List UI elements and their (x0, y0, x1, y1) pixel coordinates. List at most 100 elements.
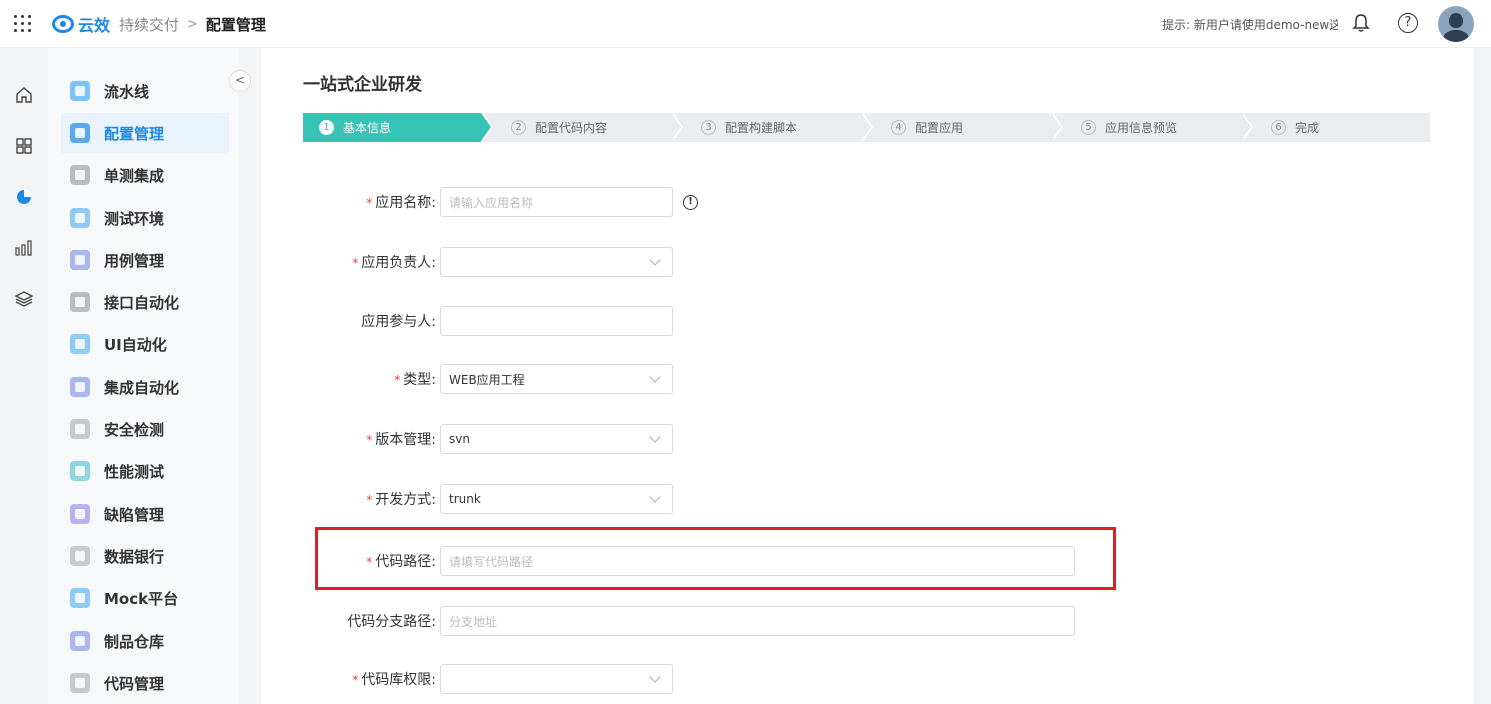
mock-icon (70, 588, 90, 608)
brand-logo[interactable]: 云效 (52, 12, 110, 36)
page-title: 一站式企业研发 (303, 75, 422, 95)
step-label: 应用信息预览 (1105, 121, 1178, 135)
bell-icon[interactable] (1352, 13, 1370, 33)
pie-chart-icon[interactable] (14, 187, 34, 207)
breadcrumb-current: 配置管理 (205, 16, 266, 34)
sidebar-item-label: UI自动化 (104, 335, 167, 354)
bug-icon (70, 504, 90, 524)
step-label: 完成 (1295, 121, 1320, 135)
breadcrumb: 持续交付 > 配置管理 (119, 14, 266, 35)
sidebar-item-label: 安全检测 (104, 420, 165, 439)
cloud-icon (70, 208, 90, 228)
vcs-label: * 版本管理: (366, 432, 436, 448)
sidebar-item-data-bank[interactable]: 数据银行 (61, 536, 229, 576)
sidebar-item-label: 配置管理 (104, 124, 165, 143)
sidebar-item-config[interactable]: 配置管理 (61, 113, 229, 153)
info-icon[interactable]: ! (683, 194, 698, 210)
ui-icon (70, 334, 90, 354)
step-number: 6 (1271, 120, 1286, 135)
sidebar-item-label: 流水线 (104, 82, 150, 101)
step-number: 1 (319, 120, 334, 135)
vcs-select[interactable]: svn (440, 424, 673, 454)
step-label: 配置构建脚本 (725, 121, 798, 135)
logo-icon (52, 15, 74, 33)
form-row-owner: * 应用负责人: (303, 247, 1403, 277)
app-name-input[interactable]: 请输入应用名称 (440, 187, 673, 217)
form-row-dev-mode: * 开发方式: trunk (303, 484, 1403, 514)
performance-icon (70, 461, 90, 481)
participants-label: 应用参与人: (361, 314, 436, 330)
sidebar-item-mock[interactable]: Mock平台 (61, 578, 229, 618)
sidebar-item-defects[interactable]: 缺陷管理 (61, 494, 229, 534)
step-number: 3 (701, 120, 716, 135)
sidebar-item-label: 集成自动化 (104, 378, 180, 397)
dashboard-icon[interactable] (14, 136, 34, 156)
sidebar-item-label: 代码管理 (104, 674, 165, 693)
owner-label: * 应用负责人: (352, 255, 436, 271)
artifact-icon (70, 631, 90, 651)
help-icon[interactable]: ? (1398, 13, 1418, 33)
form-row-repo-permission: * 代码库权限: (303, 664, 1403, 694)
layers-icon[interactable] (14, 289, 34, 309)
sidebar-item-label: 单测集成 (104, 166, 165, 185)
main-panel: 一站式企业研发 1 基本信息 2 配置代码内容 3 配置构建脚本 4 配置应用 … (261, 48, 1473, 704)
bar-chart-icon[interactable] (14, 238, 34, 258)
icon-rail (0, 48, 48, 704)
sidebar-item-performance[interactable]: 性能测试 (61, 451, 229, 491)
participants-input[interactable] (440, 306, 673, 336)
dev-mode-select[interactable]: trunk (440, 484, 673, 514)
code-icon (70, 673, 90, 693)
step-number: 4 (891, 120, 906, 135)
shield-icon (70, 419, 90, 439)
step-number: 5 (1081, 120, 1096, 135)
branch-path-label: 代码分支路径: (347, 614, 436, 630)
step-done[interactable]: 6 完成 (1241, 113, 1418, 142)
step-config-app[interactable]: 4 配置应用 (861, 113, 1063, 142)
step-preview[interactable]: 5 应用信息预览 (1051, 113, 1253, 142)
repo-permission-select[interactable] (440, 664, 673, 694)
sidebar-item-label: 接口自动化 (104, 293, 180, 312)
wizard-steps: 1 基本信息 2 配置代码内容 3 配置构建脚本 4 配置应用 5 应用信息预览… (303, 113, 1430, 142)
branch-path-input[interactable]: 分支地址 (440, 606, 1075, 636)
sidebar-item-label: Mock平台 (104, 589, 179, 608)
user-avatar[interactable] (1438, 6, 1474, 42)
app-name-label: * 应用名称: (366, 195, 436, 211)
step-label: 配置代码内容 (535, 121, 608, 135)
step-label: 配置应用 (915, 121, 964, 135)
dev-mode-label: * 开发方式: (366, 492, 436, 508)
sidebar-item-label: 制品仓库 (104, 632, 165, 651)
sidebar-item-case-mgmt[interactable]: 用例管理 (61, 240, 229, 280)
step-label: 基本信息 (343, 121, 392, 135)
sidebar-collapse-button[interactable]: < (229, 70, 251, 92)
step-code-content[interactable]: 2 配置代码内容 (481, 113, 683, 142)
sidebar-item-unit-test[interactable]: 单测集成 (61, 155, 229, 195)
sidebar-item-artifacts[interactable]: 制品仓库 (61, 621, 229, 661)
repo-permission-label: * 代码库权限: (352, 672, 436, 688)
sidebar-item-api-auto[interactable]: 接口自动化 (61, 282, 229, 322)
owner-select[interactable] (440, 247, 673, 277)
step-basic-info[interactable]: 1 基本信息 (303, 113, 493, 142)
sidebar-item-security[interactable]: 安全检测 (61, 409, 229, 449)
sidebar-item-label: 缺陷管理 (104, 505, 165, 524)
header-tip: 提示: 新用户请使用demo-new这 (1162, 18, 1338, 32)
sidebar: 流水线 配置管理 单测集成 测试环境 用例管理 接口自动化 UI自动化 集成自动… (48, 48, 239, 704)
home-icon[interactable] (14, 85, 34, 105)
form-row-vcs: * 版本管理: svn (303, 424, 1403, 454)
step-build-script[interactable]: 3 配置构建脚本 (671, 113, 873, 142)
sidebar-item-pipeline[interactable]: 流水线 (61, 71, 229, 111)
wrench-icon (70, 123, 90, 143)
sidebar-item-ui-auto[interactable]: UI自动化 (61, 324, 229, 364)
sidebar-item-code-mgmt[interactable]: 代码管理 (61, 663, 229, 703)
sidebar-item-label: 测试环境 (104, 209, 165, 228)
api-icon (70, 292, 90, 312)
sidebar-item-test-env[interactable]: 测试环境 (61, 198, 229, 238)
case-icon (70, 250, 90, 270)
sidebar-item-label: 性能测试 (104, 462, 165, 481)
step-number: 2 (511, 120, 526, 135)
type-select[interactable]: WEB应用工程 (440, 364, 673, 394)
breadcrumb-parent[interactable]: 持续交付 (119, 14, 179, 35)
type-label: * 类型: (394, 372, 436, 388)
sidebar-item-integration-auto[interactable]: 集成自动化 (61, 367, 229, 407)
app-grid-icon[interactable] (14, 15, 32, 33)
pipeline-icon (70, 81, 90, 101)
